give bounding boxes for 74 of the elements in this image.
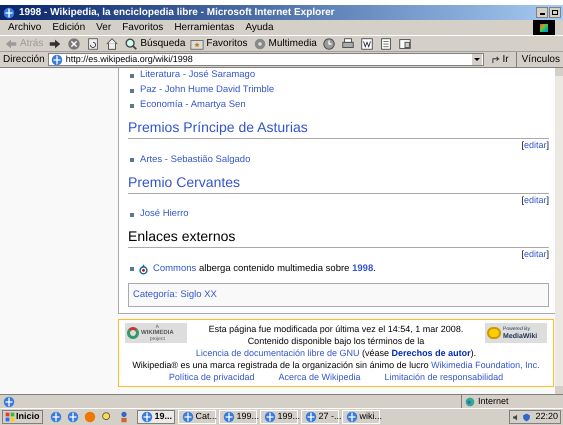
toolbar-icon-button[interactable]: [322, 36, 336, 50]
toolbar-icon-button[interactable]: [378, 36, 393, 50]
address-label: Dirección: [3, 53, 45, 67]
home-icon: [105, 36, 120, 50]
links-label[interactable]: Vínculos: [516, 52, 560, 67]
foundation-link[interactable]: Wikimedia Foundation, Inc.: [431, 360, 540, 370]
toolbar-icon-button[interactable]: [86, 36, 100, 50]
toolbar-button[interactable]: Favoritos: [190, 36, 248, 51]
globe-icon: [465, 396, 475, 406]
restore-button[interactable]: [549, 7, 561, 18]
category-link[interactable]: Siglo XX: [180, 288, 217, 302]
address-field[interactable]: http://es.wikipedia.org/wiki/1998: [48, 53, 484, 66]
footer-link[interactable]: Política de privacidad: [168, 370, 254, 383]
start-button[interactable]: Inicio: [2, 410, 43, 424]
windows-logo-icon: [5, 412, 15, 422]
toolbar-button[interactable]: Búsqueda: [124, 36, 186, 51]
taskbar-window-button[interactable]: wiki...: [342, 410, 380, 424]
windows-logo: [533, 20, 555, 35]
bullet-icon: [130, 88, 134, 92]
toolbar-icon-button[interactable]: [340, 36, 355, 50]
footer-text: Esta página fue modificada por última vez el 14:54, 1 mar 2008. Contenido disponible bajo los términos de la Licencia de documentación libre de GNU (véase Derechos de autor).: [194, 322, 478, 359]
list-link[interactable]: José Hierro: [140, 207, 189, 222]
taskbar-window-button[interactable]: Cat...: [178, 410, 216, 424]
list-link[interactable]: Paz - John Hume David Trimble: [140, 83, 274, 98]
footer-link[interactable]: Acerca de Wikipedia: [278, 370, 361, 383]
edit-link[interactable]: [editar]: [521, 248, 549, 262]
menu-item[interactable]: Archivo: [8, 20, 42, 35]
bullet-icon: [130, 104, 134, 108]
search-icon: [124, 36, 138, 50]
list-link[interactable]: Economía - Amartya Sen: [140, 98, 246, 113]
toolbar-icon-button[interactable]: [360, 36, 374, 50]
section-heading: Premio Cervantes: [128, 174, 240, 190]
section-heading: Premios Príncipe de Asturias: [128, 119, 308, 135]
commons-logo-icon: [138, 263, 149, 275]
scrollbar[interactable]: [555, 68, 563, 394]
menu-item[interactable]: Ver: [96, 20, 112, 35]
edit-link[interactable]: [editar]: [521, 194, 549, 207]
bullet-icon: [130, 267, 134, 271]
taskbar-window-button[interactable]: 199...: [260, 410, 298, 424]
bullet-icon: [130, 158, 134, 162]
document-icon: [360, 36, 374, 50]
topic-link[interactable]: 1998: [352, 262, 374, 274]
footer-link[interactable]: Limitación de responsabilidad: [384, 370, 504, 383]
shield-icon: [522, 412, 532, 422]
list-link[interactable]: Literatura - José Saramago: [140, 68, 256, 83]
edit-link[interactable]: [editar]: [521, 139, 549, 152]
clock: 22:20: [535, 410, 558, 424]
list-link[interactable]: Artes - Sebastião Salgado: [140, 152, 250, 168]
menu-item[interactable]: Favoritos: [122, 20, 164, 35]
category-label-link[interactable]: Categoría:: [133, 288, 178, 302]
go-arrow-icon: [490, 54, 501, 64]
taskbar-window-button[interactable]: 19...: [136, 410, 175, 424]
zone-label: Internet: [478, 394, 509, 408]
menu-item[interactable]: Herramientas: [174, 20, 234, 35]
bullet-icon: [130, 212, 134, 216]
toolbar-button[interactable]: Multimedia: [252, 36, 317, 51]
bullet-icon: [130, 74, 134, 78]
commons-text: Commons alberga contenido multimedia sobre 1998.: [153, 262, 376, 276]
license-link[interactable]: Licencia de documentación libre de GNU: [196, 348, 360, 358]
notepad-icon: [378, 36, 393, 50]
copyright-link[interactable]: Derechos de autor: [392, 348, 471, 358]
minimize-button[interactable]: [536, 7, 548, 18]
commons-link[interactable]: Commons: [153, 262, 196, 274]
go-button[interactable]: Ir: [486, 52, 513, 67]
stop-icon: [67, 36, 82, 50]
section-heading: Enlaces externos: [128, 228, 236, 244]
taskbar-window-button[interactable]: 27 -...: [300, 410, 339, 424]
menu-item[interactable]: Edición: [52, 20, 86, 35]
menu-item[interactable]: Ayuda: [245, 20, 274, 35]
trademark-text: Wikipedia® es una marca registrada de la organización sin ánimo de lucro Wikimedia Foundation, Inc.: [132, 358, 540, 371]
window-title: 1998 - Wikipedia, la enciclopedia libre - Microsoft Internet Explorer: [19, 6, 335, 20]
refresh-icon: [86, 36, 100, 50]
taskbar-window-button[interactable]: 199...: [218, 410, 257, 424]
toolbar-icon-button[interactable]: [105, 36, 120, 50]
